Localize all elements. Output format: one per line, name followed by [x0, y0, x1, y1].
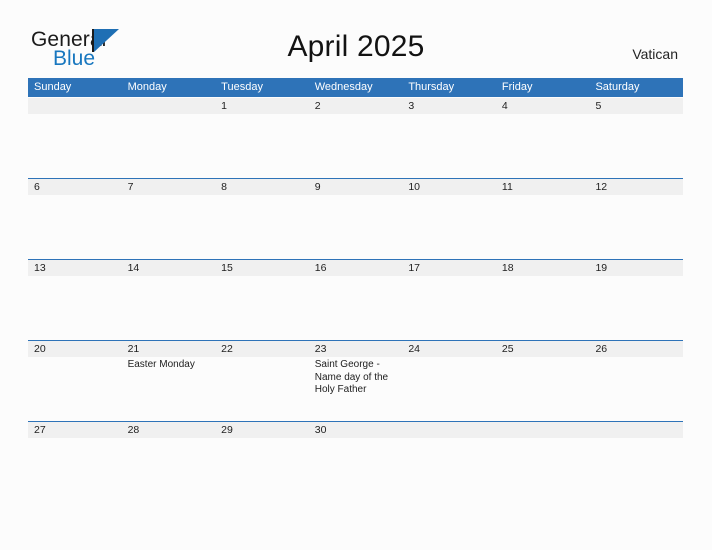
- day-number: 23: [314, 343, 327, 355]
- calendar-week-row: 20 21 Easter Monday 22 23 Saint George - Name…: [28, 340, 683, 421]
- day-number: 7: [127, 181, 134, 193]
- calendar-day-5[interactable]: 5: [589, 98, 683, 178]
- day-number: 21: [127, 343, 140, 355]
- calendar-week-row: 6 7 8 9 10 11 12: [28, 178, 683, 259]
- event-label: Easter Monday: [127, 359, 195, 370]
- day-number: 8: [221, 181, 227, 193]
- day-cells: 13 14 15 16 17 18 19: [28, 260, 683, 340]
- day-number: 11: [501, 181, 513, 193]
- day-number: 22: [221, 343, 233, 355]
- calendar-day-29[interactable]: 29: [215, 422, 309, 502]
- calendar-day-27[interactable]: 27: [28, 422, 122, 502]
- day-cells: 20 21 Easter Monday 22 23 Saint George - Name…: [28, 341, 683, 421]
- day-number: 14: [127, 262, 140, 274]
- day-number: 26: [595, 343, 608, 355]
- day-number: 1: [221, 100, 227, 112]
- day-number: 16: [314, 262, 327, 274]
- day-number: 9: [314, 181, 321, 193]
- day-number: 17: [408, 262, 420, 274]
- calendar-day-11[interactable]: 11: [496, 179, 590, 259]
- calendar-day-empty: [402, 422, 496, 502]
- calendar-week-row: 13 14 15 16 17 18 19: [28, 259, 683, 340]
- calendar-day-12[interactable]: 12: [589, 179, 683, 259]
- calendar-week-row: 1 2 3 4 5: [28, 97, 683, 178]
- calendar-day-26[interactable]: 26: [589, 341, 683, 421]
- calendar-day-empty: [28, 98, 122, 178]
- day-events: Saint George - Name day of the Holy Fath…: [315, 359, 398, 397]
- weekday-header-wednesday: Wednesday: [314, 81, 373, 93]
- calendar-day-empty: [122, 98, 216, 178]
- calendar-day-28[interactable]: 28: [122, 422, 216, 502]
- day-number: 10: [408, 181, 420, 193]
- page-header: General Blue April 2025 Vatican: [0, 0, 712, 76]
- calendar-day-30[interactable]: 30: [309, 422, 403, 502]
- calendar-day-15[interactable]: 15: [215, 260, 309, 340]
- calendar-grid: Sunday Monday Tuesday Wednesday Thursday Frid…: [28, 78, 683, 502]
- weekday-header-friday: Friday: [501, 81, 533, 93]
- calendar-week-row: 27 28 29 30: [28, 421, 683, 502]
- weekday-header-monday: Monday: [127, 81, 167, 93]
- calendar-day-6[interactable]: 6: [28, 179, 122, 259]
- region-label: Vatican: [632, 46, 678, 62]
- day-number: 2: [314, 100, 321, 112]
- day-number: 4: [501, 100, 508, 112]
- calendar-day-16[interactable]: 16: [309, 260, 403, 340]
- day-number: 19: [595, 262, 608, 274]
- calendar-day-7[interactable]: 7: [122, 179, 216, 259]
- calendar-day-22[interactable]: 22: [215, 341, 309, 421]
- calendar-day-10[interactable]: 10: [402, 179, 496, 259]
- weekday-header-thursday: Thursday: [408, 81, 455, 93]
- day-number: 3: [408, 100, 415, 112]
- weekday-header-sunday: Sunday: [34, 81, 72, 93]
- day-number: 15: [221, 262, 233, 274]
- day-number: 30: [314, 424, 327, 436]
- calendar-day-13[interactable]: 13: [28, 260, 122, 340]
- calendar-day-20[interactable]: 20: [28, 341, 122, 421]
- day-cells: 1 2 3 4 5: [28, 98, 683, 178]
- day-number: 12: [595, 181, 608, 193]
- calendar-day-19[interactable]: 19: [589, 260, 683, 340]
- event-label: Saint George - Name day of the Holy Fath…: [314, 359, 389, 395]
- calendar-day-3[interactable]: 3: [402, 98, 496, 178]
- day-number: 5: [595, 100, 602, 112]
- calendar-day-9[interactable]: 9: [309, 179, 403, 259]
- day-cells: 6 7 8 9 10 11 12: [28, 179, 683, 259]
- day-number: 27: [34, 424, 46, 436]
- calendar-day-empty: [496, 422, 590, 502]
- calendar-day-14[interactable]: 14: [122, 260, 216, 340]
- calendar-day-4[interactable]: 4: [496, 98, 590, 178]
- day-cells: 27 28 29 30: [28, 422, 683, 502]
- day-number: 6: [34, 181, 40, 193]
- calendar-day-23[interactable]: 23 Saint George - Name day of the Holy Fa…: [309, 341, 403, 421]
- page-title: April 2025: [287, 30, 425, 63]
- weekday-header-tuesday: Tuesday: [221, 81, 263, 93]
- calendar-day-21[interactable]: 21 Easter Monday: [122, 341, 216, 421]
- calendar-day-18[interactable]: 18: [496, 260, 590, 340]
- calendar-weeks: 1 2 3 4 5 6 7 8 9 10 11 12 13 14 15 16 17 18 19 20 21 Easter …: [28, 97, 683, 502]
- day-number: 24: [408, 343, 420, 355]
- calendar-day-1[interactable]: 1: [215, 98, 309, 178]
- day-number: 18: [501, 262, 514, 274]
- day-number: 13: [34, 262, 46, 274]
- day-events: Easter Monday: [128, 359, 211, 372]
- weekday-header-saturday: Saturday: [595, 81, 640, 93]
- day-number: 20: [34, 343, 46, 355]
- calendar-day-empty: [589, 422, 683, 502]
- day-number: 28: [127, 424, 140, 436]
- calendar-day-24[interactable]: 24: [402, 341, 496, 421]
- calendar-day-8[interactable]: 8: [215, 179, 309, 259]
- weekday-header-row: Sunday Monday Tuesday Wednesday Thursday Frid…: [28, 78, 683, 97]
- day-number: 29: [221, 424, 233, 436]
- calendar-day-2[interactable]: 2: [309, 98, 403, 178]
- day-number: 25: [501, 343, 514, 355]
- calendar-day-25[interactable]: 25: [496, 341, 590, 421]
- calendar-day-17[interactable]: 17: [402, 260, 496, 340]
